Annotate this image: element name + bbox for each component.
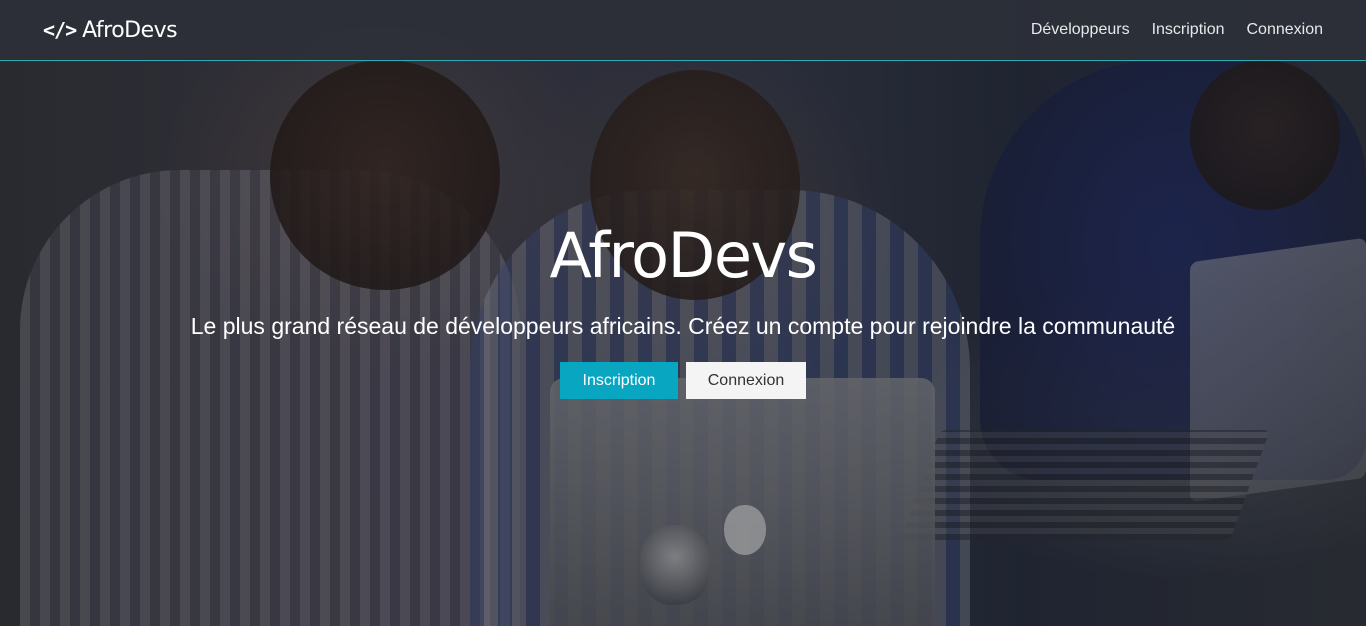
nav-link-developpeurs[interactable]: Développeurs xyxy=(1031,21,1130,39)
nav-links: Développeurs Inscription Connexion xyxy=(1031,21,1323,39)
hero-content: AfroDevs Le plus grand réseau de dévelop… xyxy=(0,219,1366,400)
hero-title: AfroDevs xyxy=(549,219,818,292)
signup-button[interactable]: Inscription xyxy=(560,362,678,400)
brand-link[interactable]: </> AfroDevs xyxy=(43,17,178,43)
nav-link-inscription[interactable]: Inscription xyxy=(1152,21,1225,39)
navbar: </> AfroDevs Développeurs Inscription Co… xyxy=(0,0,1366,61)
hero-subtitle: Le plus grand réseau de développeurs afr… xyxy=(190,313,1176,340)
code-icon: </> xyxy=(43,18,77,42)
brand-name: AfroDevs xyxy=(82,17,178,43)
hero-buttons: Inscription Connexion xyxy=(0,362,1366,400)
login-button[interactable]: Connexion xyxy=(686,362,806,400)
nav-link-connexion[interactable]: Connexion xyxy=(1247,21,1324,39)
